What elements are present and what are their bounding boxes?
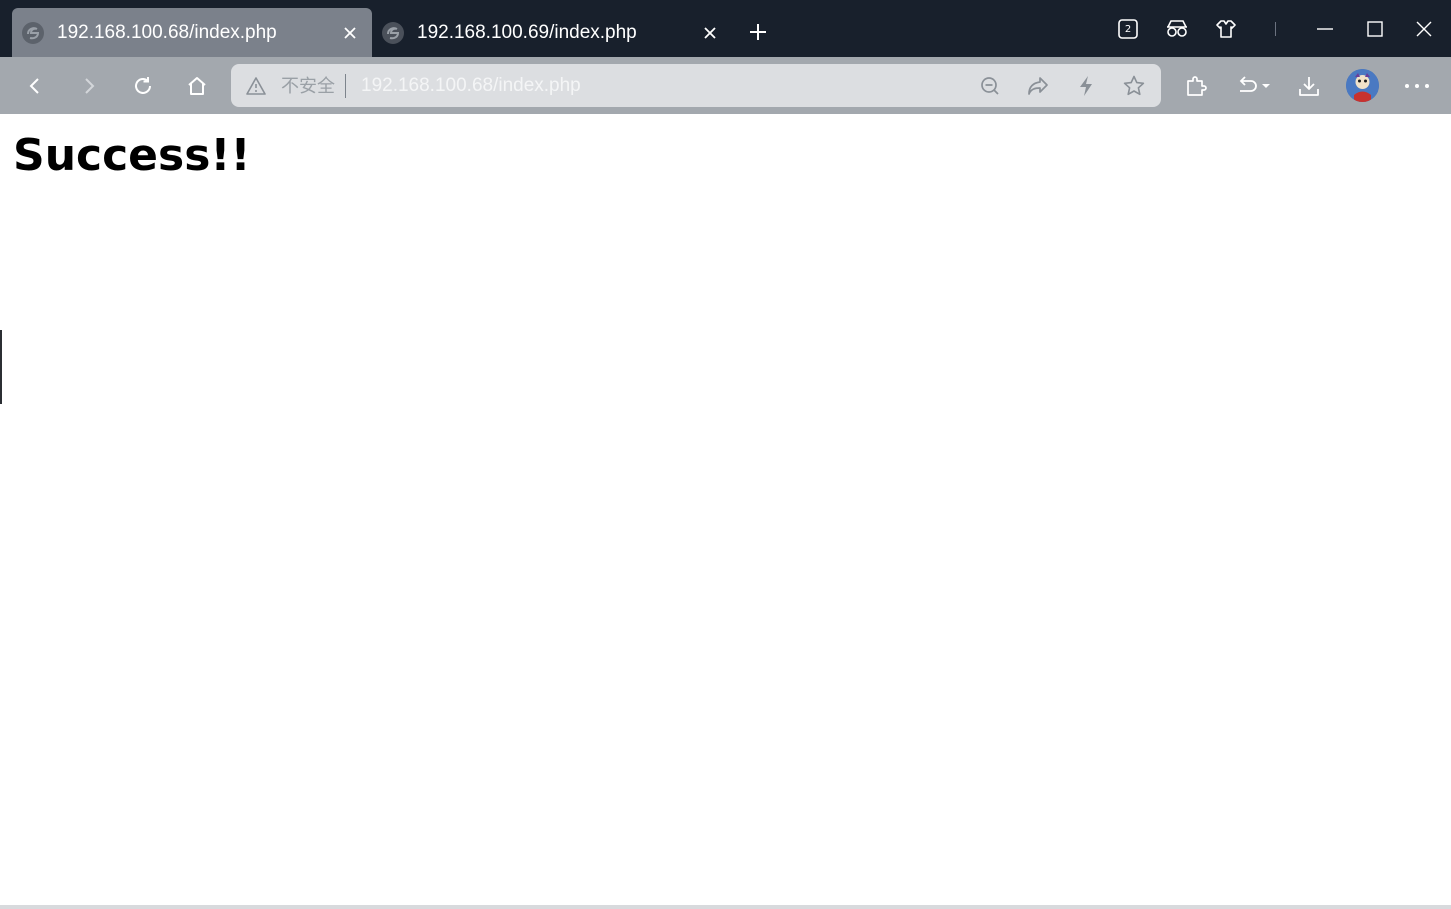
page-content: Success!!	[2, 114, 1449, 907]
browser-essentials-icon[interactable]	[1162, 14, 1192, 44]
close-window-icon[interactable]	[1409, 14, 1439, 44]
tab-title: 192.168.100.69/index.php	[417, 21, 637, 43]
extensions-puzzle-icon[interactable]	[1181, 71, 1211, 101]
tab-active[interactable]: 192.168.100.68/index.php	[12, 8, 372, 57]
back-icon[interactable]	[20, 71, 50, 101]
title-bar: 192.168.100.68/index.php 192.168.100.69/…	[0, 0, 1451, 57]
lightning-icon[interactable]	[1072, 72, 1100, 100]
bottom-edge	[0, 905, 1451, 909]
maximize-icon[interactable]	[1360, 14, 1390, 44]
refresh-icon[interactable]	[128, 71, 158, 101]
not-secure-label[interactable]: 不安全	[281, 75, 335, 97]
edge-favicon-icon	[382, 21, 404, 44]
share-icon[interactable]	[1024, 72, 1052, 100]
tab-count-badge: 2	[1124, 23, 1132, 35]
extensions-icon[interactable]	[1211, 14, 1241, 44]
navigation-toolbar: 不安全 192.168.100.68/index.php	[0, 57, 1451, 114]
warning-icon[interactable]	[245, 75, 267, 97]
home-icon[interactable]	[182, 71, 212, 101]
favorite-star-icon[interactable]	[1120, 72, 1148, 100]
edge-favicon-icon	[22, 21, 44, 44]
address-bar[interactable]: 不安全 192.168.100.68/index.php	[231, 64, 1161, 107]
forward-icon[interactable]	[74, 71, 104, 101]
tab-title: 192.168.100.68/index.php	[57, 21, 277, 43]
tab-inactive[interactable]: 192.168.100.69/index.php	[372, 8, 732, 57]
downloads-icon[interactable]	[1294, 71, 1324, 101]
titlebar-separator	[1275, 22, 1276, 36]
tab-actions-icon[interactable]: 2	[1113, 14, 1143, 44]
undo-dropdown-icon[interactable]	[1234, 71, 1274, 101]
zoom-out-icon[interactable]	[976, 72, 1004, 100]
tab-close-icon[interactable]	[698, 21, 722, 45]
page-heading: Success!!	[13, 130, 251, 181]
more-options-icon[interactable]	[1402, 71, 1432, 101]
minimize-icon[interactable]	[1310, 14, 1340, 44]
profile-avatar[interactable]	[1346, 69, 1379, 102]
window-edge	[0, 330, 2, 404]
browser-window: 192.168.100.68/index.php 192.168.100.69/…	[0, 0, 1451, 909]
new-tab-icon[interactable]	[744, 18, 772, 46]
address-divider	[345, 74, 346, 98]
tab-close-icon[interactable]	[338, 21, 362, 45]
url-text[interactable]: 192.168.100.68/index.php	[361, 75, 581, 97]
